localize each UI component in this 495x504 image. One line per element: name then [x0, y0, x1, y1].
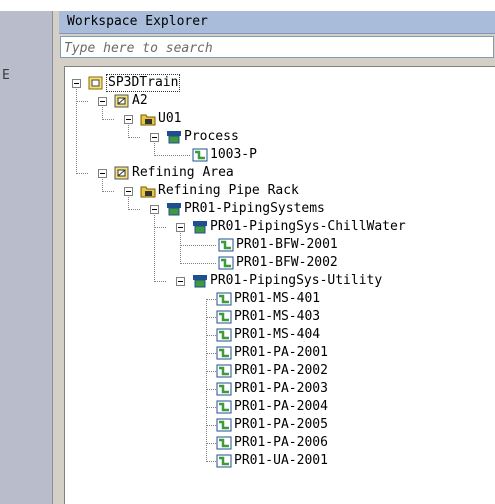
tree-label: PR01-MS-401	[234, 291, 321, 306]
collapse-toggle-utility[interactable]	[176, 277, 185, 286]
tree-connector	[154, 227, 166, 228]
tree-connector	[206, 335, 216, 336]
collapse-toggle-u01[interactable]	[124, 115, 133, 124]
left-pane-letter: E	[2, 68, 10, 83]
tree-connector	[206, 317, 216, 318]
tree-label: PR01-PA-2006	[234, 435, 328, 450]
tree-label: SP3DTrain	[106, 74, 181, 92]
pipeline-icon	[216, 292, 232, 306]
area-icon	[114, 94, 129, 108]
tree-connector	[206, 353, 216, 354]
collapse-toggle-chillwater[interactable]	[176, 223, 185, 232]
pipeline-icon	[216, 418, 232, 432]
tree-content: SP3DTrain A2 U01 Process 1003-P Refining…	[65, 67, 495, 504]
pipeline-icon	[216, 364, 232, 378]
tree-connector	[154, 155, 190, 156]
tree-connector	[206, 371, 216, 372]
tree-label: PR01-PipingSys-ChillWater	[210, 219, 406, 234]
unit-folder-icon	[140, 186, 156, 198]
pipeline-icon	[216, 382, 232, 396]
pipeline-icon	[216, 454, 232, 468]
tree-label: 1003-P	[210, 147, 257, 162]
tree-label: PR01-PA-2004	[234, 399, 328, 414]
tree-label: Refining Area	[132, 165, 234, 180]
tree-label: Refining Pipe Rack	[158, 183, 299, 198]
tree-label: PR01-MS-404	[234, 327, 321, 342]
tree-connector	[154, 209, 155, 282]
collapse-toggle-a2[interactable]	[98, 97, 107, 106]
tree-connector	[206, 425, 216, 426]
tree-connector	[102, 191, 114, 192]
tree-connector	[206, 407, 216, 408]
workspace-explorer-panel: Workspace Explorer Type here to search S…	[59, 11, 495, 504]
area-icon	[114, 166, 129, 180]
tree-connector	[180, 263, 216, 264]
tree-label: A2	[132, 93, 148, 108]
workspace-icon	[88, 76, 103, 90]
system-icon	[193, 275, 207, 288]
system-icon	[167, 203, 181, 216]
tree-label: PR01-PA-2003	[234, 381, 328, 396]
tree-connector	[206, 299, 207, 462]
tree-label: PR01-PipingSys-Utility	[210, 273, 383, 288]
tree-label: U01	[158, 111, 182, 126]
search-input[interactable]	[64, 39, 484, 58]
left-pane: E	[0, 11, 53, 504]
pipeline-icon	[218, 238, 234, 252]
tree-label: PR01-BFW-2002	[236, 255, 338, 270]
tree-label: PR01-BFW-2001	[236, 237, 338, 252]
collapse-toggle-root[interactable]	[72, 79, 81, 88]
collapse-toggle-refining-pipe-rack[interactable]	[124, 187, 133, 196]
tree-label: PR01-MS-403	[234, 309, 321, 324]
tree-connector	[180, 245, 216, 246]
tree-connector	[76, 173, 88, 174]
collapse-toggle-process[interactable]	[150, 133, 159, 142]
tree-label: PR01-PA-2005	[234, 417, 328, 432]
pipeline-icon	[216, 328, 232, 342]
tree-connector	[206, 461, 216, 462]
tree-label: PR01-UA-2001	[234, 453, 328, 468]
top-strip	[0, 0, 495, 11]
tree-connector	[206, 443, 216, 444]
tree-label: Process	[184, 129, 239, 144]
tree-label: PR01-PA-2001	[234, 345, 328, 360]
tree-label: PR01-PipingSystems	[184, 201, 325, 216]
pipeline-icon	[216, 436, 232, 450]
tree-connector	[206, 389, 216, 390]
system-icon	[193, 221, 207, 234]
system-icon	[167, 131, 181, 144]
tree-connector	[128, 137, 140, 138]
pipeline-icon	[216, 400, 232, 414]
pipeline-icon	[216, 310, 232, 324]
pipeline-icon	[192, 148, 208, 162]
tree-connector	[102, 119, 114, 120]
pipeline-icon	[216, 346, 232, 360]
tree-connector	[154, 281, 166, 282]
tree-label: PR01-PA-2002	[234, 363, 328, 378]
tree-connector	[76, 101, 88, 102]
pipeline-icon	[218, 256, 234, 270]
unit-folder-icon	[140, 114, 156, 126]
search-box[interactable]	[60, 36, 494, 58]
tree-connector	[206, 299, 216, 300]
tree-view[interactable]: SP3DTrain A2 U01 Process 1003-P Refining…	[64, 66, 495, 504]
tree-connector	[76, 83, 77, 174]
tree-connector	[128, 209, 140, 210]
collapse-toggle-refining-area[interactable]	[98, 169, 107, 178]
collapse-toggle-piping-systems[interactable]	[150, 205, 159, 214]
panel-title: Workspace Explorer	[67, 14, 208, 29]
panel-title-bar: Workspace Explorer	[59, 11, 495, 34]
